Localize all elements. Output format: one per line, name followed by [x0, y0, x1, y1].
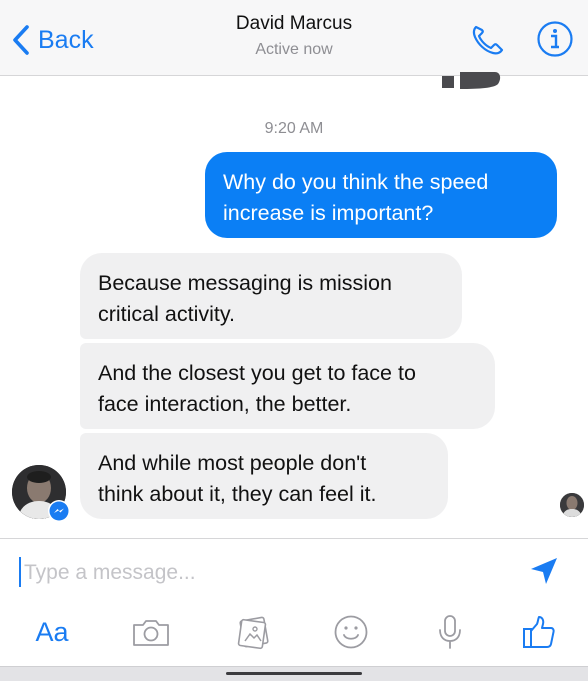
message-timestamp: 9:20 AM: [264, 120, 324, 137]
microphone-button[interactable]: [432, 610, 468, 654]
composer-divider: [0, 538, 588, 539]
message-line: face interaction, the better.: [98, 392, 352, 416]
camera-button[interactable]: [128, 610, 174, 654]
message-line: increase is important?: [223, 201, 434, 225]
camera-icon: [133, 620, 169, 646]
message-line: Why do you think the speed: [223, 170, 489, 194]
message-line: critical activity.: [98, 302, 235, 326]
previous-sticker: [442, 72, 501, 89]
phone-icon: [472, 25, 504, 55]
person-photo: [560, 493, 584, 517]
message-line: And the closest you get to face to: [98, 361, 416, 385]
message-line: think about it, they can feel it.: [98, 482, 377, 506]
call-button[interactable]: [468, 22, 508, 58]
send-arrow-icon: [531, 558, 557, 584]
info-button[interactable]: [536, 20, 574, 58]
navigation-bar: Back David Marcus Active now: [0, 0, 588, 76]
home-indicator[interactable]: [226, 672, 362, 675]
gallery-icon: [237, 616, 269, 650]
messenger-icon: [49, 501, 69, 521]
incoming-message-bubble[interactable]: And while most people don't think about …: [80, 433, 448, 519]
like-button[interactable]: [518, 610, 560, 654]
send-button[interactable]: [527, 554, 561, 588]
text-format-label: Aa: [35, 616, 69, 647]
message-line: And while most people don't: [98, 451, 367, 475]
incoming-message-bubble[interactable]: And the closest you get to face to face …: [80, 343, 495, 429]
messenger-badge: [48, 500, 70, 522]
composer-toolbar: Aa: [0, 600, 588, 666]
incoming-message-bubble[interactable]: Because messaging is mission critical ac…: [80, 253, 462, 339]
read-receipt-avatar: [560, 493, 584, 517]
message-line: Because messaging is mission: [98, 271, 392, 295]
emoji-button[interactable]: [330, 610, 372, 654]
message-input[interactable]: [18, 556, 498, 590]
outgoing-message-bubble[interactable]: Why do you think the speed increase is i…: [205, 152, 557, 238]
gallery-button[interactable]: [230, 610, 276, 654]
info-icon: [537, 21, 573, 57]
thumbs-up-icon: [523, 616, 555, 648]
emoji-icon: [334, 615, 368, 649]
microphone-icon: [439, 615, 461, 649]
text-format-button[interactable]: Aa: [28, 610, 76, 654]
